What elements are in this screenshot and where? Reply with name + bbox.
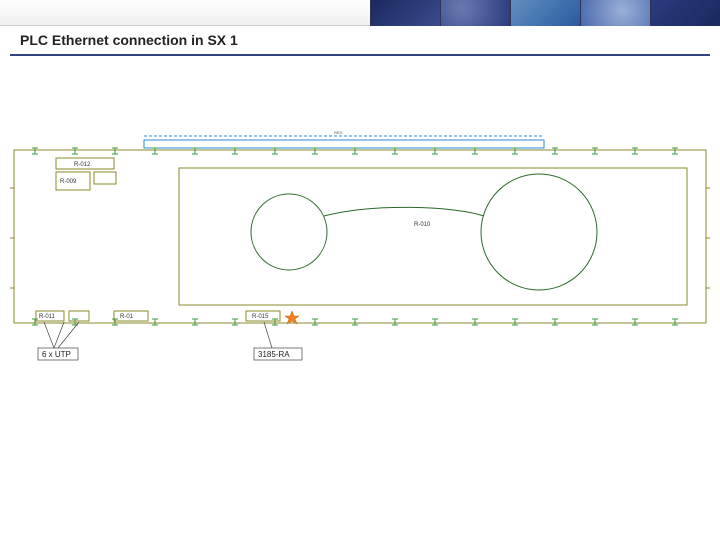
equipment-zone (179, 168, 687, 305)
columns-top (32, 148, 678, 154)
top-note: RED (334, 130, 343, 135)
star-marker-icon (285, 311, 299, 324)
banner-right (370, 0, 720, 26)
banner-tile-1 (370, 0, 440, 26)
shaft-link (324, 207, 484, 216)
room-aux-1 (94, 172, 116, 184)
floor-plan: RED (14, 148, 706, 348)
label-r01: R-01 (120, 314, 134, 320)
label-r010: R-010 (414, 222, 431, 228)
banner-tile-4 (580, 0, 650, 26)
leader-utp (44, 322, 79, 348)
callout-utp: 6 x UTP (42, 350, 71, 359)
label-r012: R-012 (74, 162, 91, 168)
banner-tile-5 (650, 0, 720, 26)
outer-wall (14, 150, 706, 323)
label-r015: R-015 (252, 314, 269, 320)
banner-left (0, 0, 370, 26)
label-r011: R-011 (39, 314, 56, 320)
header-rule (10, 54, 710, 56)
banner-tile-3 (510, 0, 580, 26)
shaft-small (251, 194, 327, 270)
banner-tile-2 (440, 0, 510, 26)
label-r009: R-009 (60, 179, 77, 185)
page-title: PLC Ethernet connection in SX 1 (20, 32, 238, 48)
callout-rack: 3185-RA (258, 350, 290, 359)
leader-rack (264, 322, 272, 348)
header-banner (0, 0, 720, 26)
overhead-crane-rail (144, 140, 544, 148)
shaft-large (481, 174, 597, 290)
